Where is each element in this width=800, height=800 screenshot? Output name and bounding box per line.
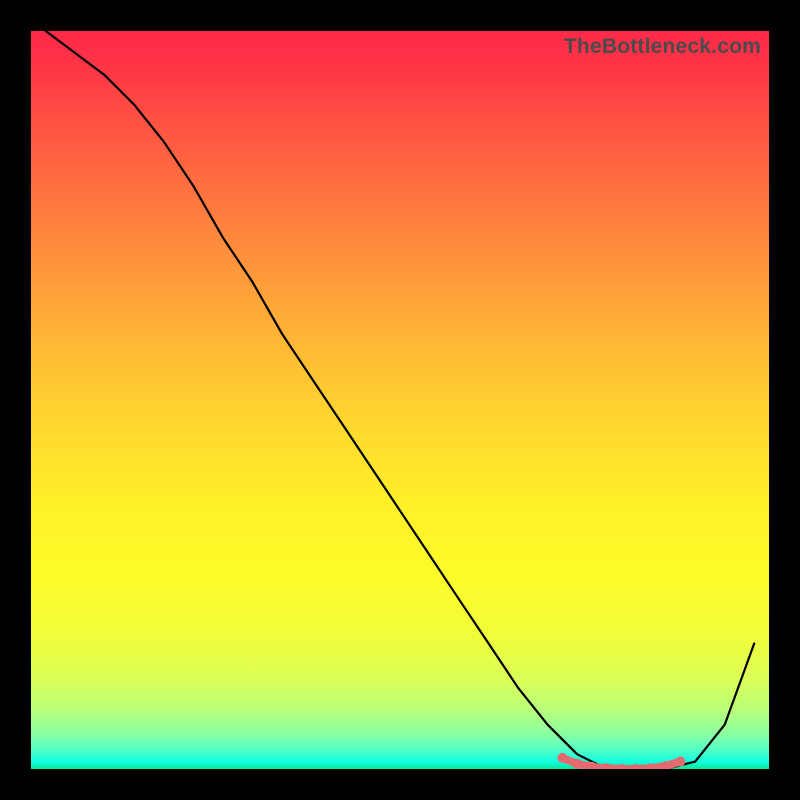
bottleneck-flat-highlight <box>557 753 685 769</box>
chart-overlay <box>31 31 769 769</box>
chart-frame: TheBottleneck.com <box>0 0 800 800</box>
watermark-text: TheBottleneck.com <box>564 35 761 59</box>
plot-area: TheBottleneck.com <box>31 31 769 769</box>
bottleneck-curve-line <box>46 31 754 769</box>
